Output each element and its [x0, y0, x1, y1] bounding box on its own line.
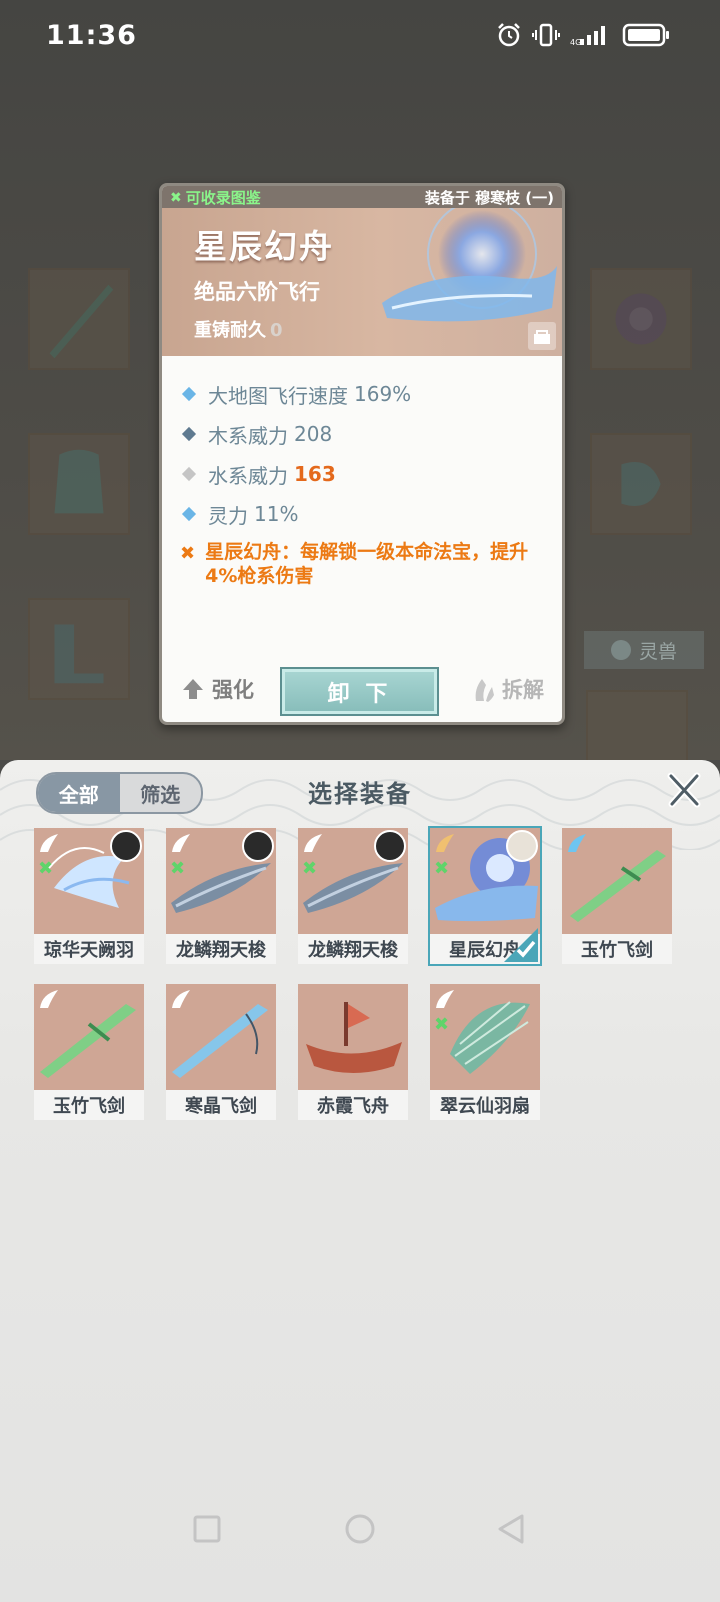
stat-label: 水系威力: [208, 463, 288, 488]
card-actions: 强化 卸 下 拆解: [162, 652, 562, 722]
status-time: 11:36: [46, 20, 137, 51]
select-equipment-sheet: 全部 筛选 选择装备 ✖ 琼华天阙羽 ✖ 龙鳞翔天梭 ✖ 龙鳞翔天梭 ✖ 星辰幻…: [0, 760, 720, 1602]
collectable-icon: ✖: [170, 858, 186, 879]
wing-icon: [436, 834, 454, 852]
collectable-icon: ✖: [38, 858, 54, 879]
avatar: [242, 830, 274, 862]
wing-icon: [40, 834, 58, 852]
unequip-button[interactable]: 卸 下: [280, 667, 439, 716]
stat-label: 大地图飞行速度: [208, 383, 348, 408]
strengthen-label: 强化: [212, 678, 254, 702]
equip-slot-armor[interactable]: [28, 433, 130, 535]
item-title: 星辰幻舟: [194, 227, 334, 266]
wing-icon: [40, 990, 58, 1008]
equip-slot-weapon[interactable]: [28, 268, 130, 370]
item-name: 琼华天阙羽: [34, 934, 144, 964]
item-image: [298, 984, 408, 1090]
stat-value: 169%: [354, 382, 412, 406]
durability-label: 重铸耐久: [194, 320, 266, 341]
recent-apps-icon[interactable]: [192, 1514, 222, 1544]
equipped-by-label: 装备于 穆寒枝 (一): [424, 189, 554, 207]
equipment-item[interactable]: ✖ 琼华天阙羽: [34, 828, 144, 964]
equip-slot-accessory[interactable]: [590, 433, 692, 535]
effect-icon: ✖: [180, 543, 196, 564]
equip-slot-extra[interactable]: [586, 690, 688, 764]
wing-icon: [436, 990, 454, 1008]
equipment-item[interactable]: 玉竹飞剑: [34, 984, 144, 1120]
stat-row: 灵力 11%: [180, 494, 550, 534]
equip-slot-ring[interactable]: [590, 268, 692, 370]
home-icon[interactable]: [344, 1513, 376, 1545]
diamond-icon: [181, 386, 197, 402]
arrow-up-icon: [183, 679, 203, 699]
back-icon[interactable]: [496, 1513, 526, 1545]
diamond-icon: [181, 506, 197, 522]
durability-value: 0: [270, 320, 283, 341]
item-name: 龙鳞翔天梭: [166, 934, 276, 964]
stat-row: 木系威力 208: [180, 414, 550, 454]
item-header: 星辰幻舟 绝品六阶飞行 重铸耐久 0: [162, 208, 562, 356]
battery-icon: [622, 23, 669, 47]
wing-icon: [304, 834, 322, 852]
item-name: 翠云仙羽扇: [430, 1090, 540, 1120]
alarm-icon: [498, 23, 520, 47]
disassemble-label: 拆解: [502, 678, 544, 702]
stat-value: 11%: [254, 502, 299, 526]
equipment-item[interactable]: ✖ 龙鳞翔天梭: [166, 828, 276, 964]
collectable-icon: ✖: [434, 858, 450, 879]
stat-value-highlight: 163: [294, 462, 336, 486]
equipment-detail-card: ✖ 可收录图鉴 装备于 穆寒枝 (一) 星辰幻舟 绝品六阶飞行 重铸耐久 0 大地…: [159, 183, 565, 725]
wing-icon: [568, 834, 586, 852]
equipment-item-selected[interactable]: ✖ 星辰幻舟: [428, 826, 542, 966]
system-nav-bar: [0, 1500, 720, 1580]
stat-label: 木系威力: [208, 423, 288, 448]
strengthen-button[interactable]: 强化: [182, 674, 254, 704]
equipment-item[interactable]: ✖ 龙鳞翔天梭: [298, 828, 408, 964]
svg-text:4G: 4G: [570, 38, 581, 47]
stat-row: 水系威力 163: [180, 454, 550, 494]
stat-row: 大地图飞行速度 169%: [180, 374, 550, 414]
collectable-icon: ✖: [434, 1014, 450, 1035]
effect-text: 星辰幻舟：每解锁一级本命法宝，提升4%枪系伤害: [205, 541, 529, 587]
avatar: [374, 830, 406, 862]
lock-icon[interactable]: [528, 322, 556, 350]
avatar: [110, 830, 142, 862]
collect-label: 可收录图鉴: [185, 189, 261, 207]
collectable-tag: ✖ 可收录图鉴: [170, 187, 261, 208]
collectable-icon: ✖: [302, 858, 318, 879]
disassemble-button[interactable]: 拆解: [472, 674, 544, 704]
item-grade: 绝品六阶飞行: [194, 280, 320, 304]
item-name: 玉竹飞剑: [34, 1090, 144, 1120]
close-icon[interactable]: [666, 772, 702, 808]
beast-label: 灵兽: [638, 640, 677, 663]
diamond-icon: [181, 466, 197, 482]
stats-list: 大地图飞行速度 169% 木系威力 208 水系威力 163 灵力 11% ✖ …: [180, 374, 550, 588]
equipment-item[interactable]: 赤霞飞舟: [298, 984, 408, 1120]
equipment-item[interactable]: 玉竹飞剑: [562, 828, 672, 964]
durability: 重铸耐久 0: [194, 316, 283, 342]
status-bar: 11:36 4G: [0, 0, 720, 76]
avatar: [506, 830, 538, 862]
equipment-item[interactable]: 寒晶飞剑: [166, 984, 276, 1120]
item-name: 龙鳞翔天梭: [298, 934, 408, 964]
special-effect: ✖ 星辰幻舟：每解锁一级本命法宝，提升4%枪系伤害: [180, 540, 550, 588]
card-top-bar: ✖ 可收录图鉴 装备于 穆寒枝 (一): [162, 186, 562, 208]
item-name: 寒晶飞剑: [166, 1090, 276, 1120]
item-name: 玉竹飞剑: [562, 934, 672, 964]
equip-slot-boots[interactable]: [28, 598, 130, 700]
item-name: 赤霞飞舟: [298, 1090, 408, 1120]
collect-icon: ✖: [170, 189, 182, 206]
signal-icon: 4G: [570, 26, 605, 47]
spirit-beast-tab[interactable]: 灵兽: [584, 631, 704, 669]
sheet-title: 选择装备: [308, 780, 412, 808]
equipment-item[interactable]: ✖ 翠云仙羽扇: [430, 984, 540, 1120]
disassemble-icon: [475, 679, 494, 702]
diamond-icon: [181, 426, 197, 442]
stat-value: 208: [294, 422, 333, 446]
wing-icon: [172, 834, 190, 852]
stat-label: 灵力: [208, 503, 248, 528]
wing-icon: [172, 990, 190, 1008]
beast-icon: [610, 640, 631, 660]
vibrate-icon: [532, 23, 560, 47]
